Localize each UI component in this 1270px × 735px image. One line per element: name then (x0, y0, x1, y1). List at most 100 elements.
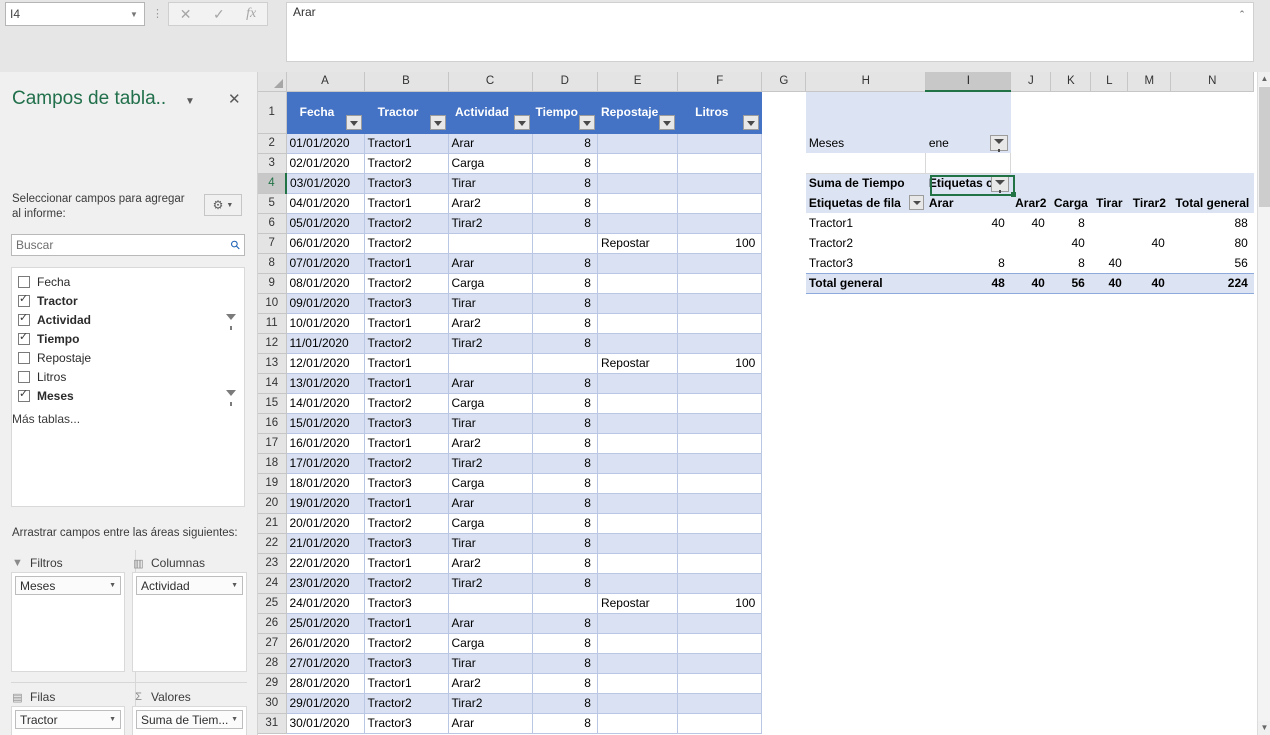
data-cell-C14[interactable]: Arar (448, 373, 533, 394)
pivot-filter-label[interactable]: Meses (805, 133, 926, 153)
empty-cell-G3[interactable] (761, 153, 806, 173)
empty-cell-L2[interactable] (1090, 133, 1128, 153)
data-cell-D6[interactable]: 8 (532, 213, 598, 234)
empty-cell-G8[interactable] (761, 253, 806, 273)
data-cell-A23[interactable]: 22/01/2020 (286, 553, 365, 574)
field-checkbox[interactable] (18, 293, 30, 307)
scroll-up-icon[interactable]: ▲ (1258, 72, 1270, 86)
empty-cell-K17[interactable] (1050, 433, 1091, 453)
data-cell-F22[interactable] (677, 533, 763, 554)
select-all-corner[interactable] (258, 72, 287, 92)
row-header-21[interactable]: 21 (258, 513, 287, 534)
pivot-grand-total-2[interactable]: 56 (1050, 272, 1091, 294)
chevron-down-icon[interactable]: ▼ (128, 8, 140, 20)
insert-function-icon[interactable]: fx (246, 7, 256, 21)
data-cell-A20[interactable]: 19/01/2020 (286, 493, 365, 514)
data-cell-B5[interactable]: Tractor1 (364, 193, 449, 214)
empty-cell-I22[interactable] (925, 533, 1011, 553)
empty-cell-L30[interactable] (1090, 693, 1128, 713)
data-cell-B15[interactable]: Tractor2 (364, 393, 449, 414)
empty-cell-L27[interactable] (1090, 633, 1128, 653)
field-checkbox[interactable] (18, 275, 30, 288)
data-cell-C30[interactable]: Tirar2 (448, 693, 533, 714)
data-cell-D10[interactable]: 8 (532, 293, 598, 314)
empty-cell-M13[interactable] (1127, 353, 1171, 373)
field-item-repostaje[interactable]: Repostaje (12, 348, 244, 367)
row-header-11[interactable]: 11 (258, 313, 287, 334)
empty-cell-K3[interactable] (1050, 153, 1091, 173)
empty-cell-M17[interactable] (1127, 433, 1171, 453)
data-cell-E28[interactable] (597, 653, 679, 674)
empty-cell-I18[interactable] (925, 453, 1011, 473)
empty-cell-I25[interactable] (925, 593, 1011, 613)
data-cell-B20[interactable]: Tractor1 (364, 493, 449, 514)
data-cell-B2[interactable]: Tractor1 (364, 133, 449, 154)
pivot-spacer-H[interactable] (805, 153, 927, 174)
empty-cell-N26[interactable] (1170, 613, 1254, 633)
data-cell-D27[interactable]: 8 (532, 633, 598, 654)
pivot-grand-total-0[interactable]: 48 (925, 272, 1011, 294)
area-drop-zone[interactable]: Meses ▼ (11, 572, 125, 672)
empty-cell-K2[interactable] (1050, 133, 1091, 153)
data-cell-A4[interactable]: 03/01/2020 (286, 173, 365, 194)
data-cell-B27[interactable]: Tractor2 (364, 633, 449, 654)
autofilter-icon[interactable] (578, 114, 595, 130)
empty-cell-J15[interactable] (1010, 393, 1051, 413)
pivot-row-total-0[interactable]: 88 (1170, 213, 1254, 233)
column-header-G[interactable]: G (761, 72, 807, 92)
empty-cell-J18[interactable] (1010, 453, 1051, 473)
chevron-down-icon[interactable]: ▼ (185, 96, 195, 107)
row-header-24[interactable]: 24 (258, 573, 287, 594)
empty-cell-L11[interactable] (1090, 313, 1128, 333)
pivot-grand-total-label[interactable]: Total general (805, 272, 926, 294)
empty-cell-L10[interactable] (1090, 293, 1128, 313)
pivot-value-0-0[interactable]: 40 (925, 213, 1011, 233)
empty-cell-H13[interactable] (805, 353, 926, 373)
data-cell-E19[interactable] (597, 473, 679, 494)
empty-cell-L21[interactable] (1090, 513, 1128, 533)
data-cell-C23[interactable]: Arar2 (448, 553, 533, 574)
data-cell-C6[interactable]: Tirar2 (448, 213, 533, 234)
data-cell-D18[interactable]: 8 (532, 453, 598, 474)
empty-cell-J24[interactable] (1010, 573, 1051, 593)
area-drop-zone[interactable]: Actividad ▼ (132, 572, 247, 672)
data-cell-F31[interactable] (677, 713, 763, 734)
empty-cell-G23[interactable] (761, 553, 806, 573)
data-cell-C9[interactable]: Carga (448, 273, 533, 294)
data-cell-C21[interactable]: Carga (448, 513, 533, 534)
empty-cell-M21[interactable] (1127, 513, 1171, 533)
empty-cell-I31[interactable] (925, 713, 1011, 733)
empty-cell-H14[interactable] (805, 373, 926, 393)
row-header-10[interactable]: 10 (258, 293, 287, 314)
pivot-grand-total-3[interactable]: 40 (1090, 272, 1128, 294)
data-cell-F20[interactable] (677, 493, 763, 514)
row-header-13[interactable]: 13 (258, 353, 287, 374)
area-drop-zone[interactable]: Suma de Tiem... ▼ (132, 706, 247, 735)
data-cell-D21[interactable]: 8 (532, 513, 598, 534)
column-header-J[interactable]: J (1010, 72, 1052, 92)
data-cell-B3[interactable]: Tractor2 (364, 153, 449, 174)
data-cell-E25[interactable]: Repostar (597, 593, 679, 614)
data-cell-A21[interactable]: 20/01/2020 (286, 513, 365, 534)
empty-cell-M19[interactable] (1127, 473, 1171, 493)
data-cell-D7[interactable] (532, 233, 598, 254)
data-cell-D28[interactable]: 8 (532, 653, 598, 674)
cancel-icon[interactable]: ✕ (180, 7, 192, 21)
row-header-27[interactable]: 27 (258, 633, 287, 654)
row-header-19[interactable]: 19 (258, 473, 287, 494)
data-cell-B26[interactable]: Tractor1 (364, 613, 449, 634)
pivot-filter-icon[interactable] (989, 135, 1008, 152)
empty-cell-N1[interactable] (1170, 91, 1254, 133)
empty-cell-G17[interactable] (761, 433, 806, 453)
data-cell-F2[interactable] (677, 133, 763, 154)
empty-cell-J28[interactable] (1010, 653, 1051, 673)
filter-icon[interactable] (226, 390, 236, 406)
data-cell-D26[interactable]: 8 (532, 613, 598, 634)
row-header-22[interactable]: 22 (258, 533, 287, 554)
empty-cell-L15[interactable] (1090, 393, 1128, 413)
data-cell-B30[interactable]: Tractor2 (364, 693, 449, 714)
data-cell-B13[interactable]: Tractor1 (364, 353, 449, 374)
empty-cell-G25[interactable] (761, 593, 806, 613)
data-cell-E22[interactable] (597, 533, 679, 554)
data-cell-E23[interactable] (597, 553, 679, 574)
